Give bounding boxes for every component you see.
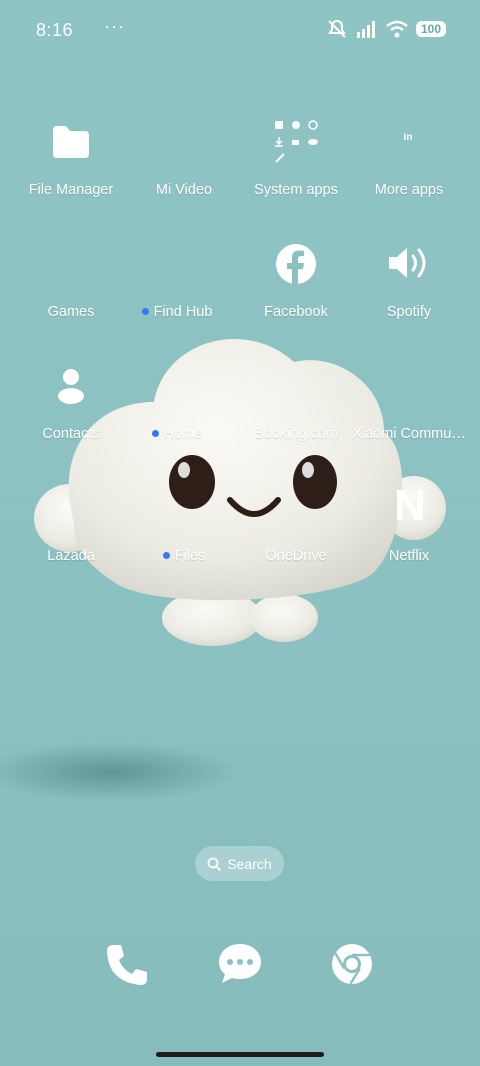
speaker-icon[interactable] — [387, 243, 431, 283]
notification-more-icon: ··· — [104, 16, 125, 36]
app-label-file-manager[interactable]: File Manager — [11, 182, 131, 198]
search-label: Search — [227, 855, 272, 872]
system-apps-folder-icon[interactable] — [272, 118, 320, 166]
status-icons: 100 — [326, 19, 446, 39]
app-label-lazada[interactable]: Lazada — [11, 548, 131, 564]
app-label-games[interactable]: Games — [11, 304, 131, 320]
battery-indicator: 100 — [415, 21, 446, 37]
status-bar: 8:16 ··· 100 — [0, 0, 480, 60]
app-label-home[interactable]: Home — [117, 426, 237, 442]
app-label-system-apps[interactable]: System apps — [236, 182, 356, 198]
home-search-bar[interactable]: Search — [195, 846, 284, 881]
app-label-mi-video[interactable]: Mi Video — [124, 182, 244, 198]
status-time: 8:16 — [36, 20, 74, 40]
messaging-icon[interactable] — [217, 942, 263, 986]
app-label-more-apps[interactable]: More apps — [349, 182, 469, 198]
more-apps-folder-icon[interactable]: in — [396, 132, 420, 143]
app-label-contacts[interactable]: Contacts — [11, 426, 131, 442]
app-label-files[interactable]: Files — [124, 548, 244, 564]
app-label-spotify[interactable]: Spotify — [349, 304, 469, 320]
silent-mode-icon — [328, 19, 346, 38]
signal-icon — [356, 21, 375, 38]
wallpaper-shadow — [0, 742, 240, 802]
search-icon — [207, 857, 222, 871]
system-apps-preview-icons — [275, 120, 318, 163]
gesture-home-bar[interactable] — [156, 1052, 324, 1057]
app-label-booking[interactable]: Booking.com — [236, 426, 356, 442]
new-install-dot — [151, 429, 159, 437]
phone-icon[interactable] — [104, 942, 150, 988]
app-label-netflix[interactable]: Netflix — [349, 548, 469, 564]
new-install-dot — [162, 551, 170, 559]
chrome-icon[interactable] — [330, 942, 374, 986]
app-label-facebook[interactable]: Facebook — [236, 304, 356, 320]
contacts-person-icon[interactable] — [57, 368, 85, 404]
app-label-xiaomi-community[interactable]: Xiaomi Commu… — [349, 426, 469, 442]
folder-icon[interactable] — [52, 124, 90, 160]
app-label-onedrive[interactable]: OneDrive — [236, 548, 356, 564]
netflix-icon[interactable]: N — [394, 482, 426, 530]
facebook-icon[interactable] — [275, 243, 317, 285]
new-install-dot — [141, 307, 149, 315]
wifi-icon — [386, 20, 408, 38]
wallpaper-cloud-mascot — [34, 338, 446, 646]
app-label-find-hub[interactable]: Find Hub — [117, 304, 237, 320]
